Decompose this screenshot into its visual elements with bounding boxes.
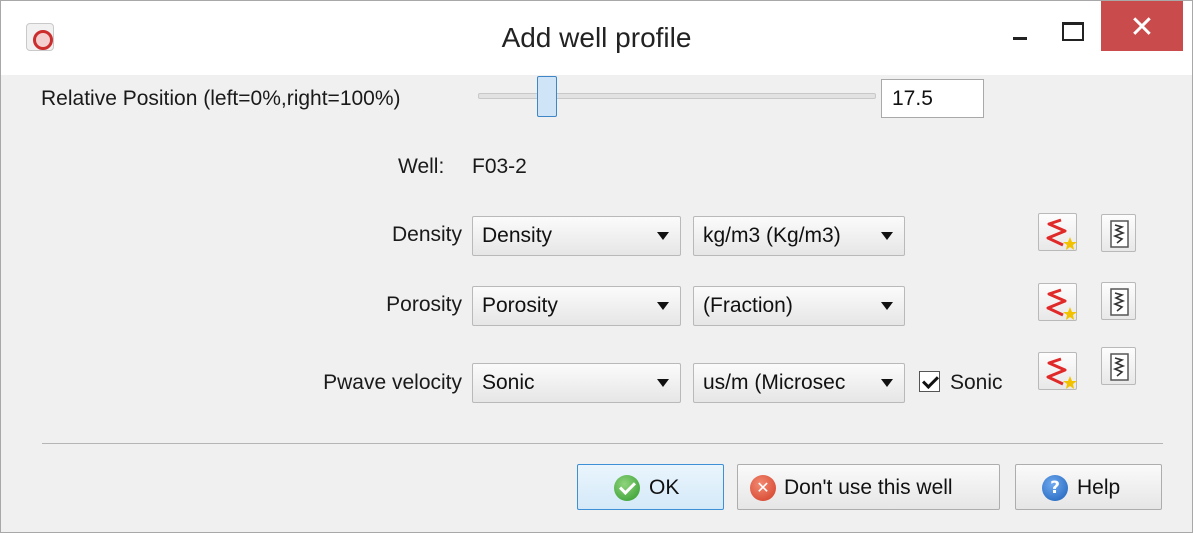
- help-icon: ?: [1042, 475, 1068, 501]
- relative-position-label: Relative Position (left=0%,right=100%): [41, 87, 401, 110]
- help-button-label: Help: [1077, 476, 1121, 499]
- porosity-log-select[interactable]: Porosity: [472, 286, 681, 326]
- minimize-button[interactable]: [996, 1, 1044, 51]
- close-icon: ✕: [1129, 10, 1155, 45]
- chevron-down-icon: [881, 302, 893, 310]
- sonic-checkbox[interactable]: [919, 371, 940, 392]
- create-log-icon: [1046, 288, 1077, 320]
- pwave-unit-select[interactable]: us/m (Microsec: [693, 363, 905, 403]
- create-log-icon: [1046, 357, 1077, 389]
- separator: [42, 443, 1163, 444]
- relative-position-slider-thumb[interactable]: [537, 76, 557, 117]
- porosity-unit-select[interactable]: (Fraction): [693, 286, 905, 326]
- pwave-log-value: Sonic: [482, 371, 535, 394]
- density-create-log-button[interactable]: [1038, 213, 1077, 251]
- ok-button[interactable]: OK: [577, 464, 724, 510]
- pwave-log-select[interactable]: Sonic: [472, 363, 681, 403]
- density-unit-value: kg/m3 (Kg/m3): [703, 224, 841, 247]
- dialog-window: Add well profile ✕ Relative Position (le…: [0, 0, 1193, 533]
- dont-use-well-button[interactable]: ✕ Don't use this well: [737, 464, 1000, 510]
- checkmark-icon: [614, 475, 640, 501]
- chevron-down-icon: [657, 302, 669, 310]
- cancel-x-icon: ✕: [750, 475, 776, 501]
- well-label: Well:: [398, 155, 445, 178]
- pwave-create-log-button[interactable]: [1038, 352, 1077, 390]
- density-log-value: Density: [482, 224, 553, 247]
- porosity-create-log-button[interactable]: [1038, 283, 1077, 321]
- density-log-select[interactable]: Density: [472, 216, 681, 256]
- porosity-unit-value: (Fraction): [703, 294, 793, 317]
- log-viewer-icon: [1110, 288, 1129, 316]
- sonic-checkbox-label: Sonic: [950, 371, 1003, 394]
- pwave-velocity-label: Pwave velocity: [323, 371, 462, 394]
- density-label: Density: [391, 223, 462, 246]
- title-bar[interactable]: Add well profile ✕: [1, 1, 1192, 75]
- maximize-button[interactable]: [1048, 1, 1096, 51]
- porosity-label: Porosity: [386, 293, 462, 316]
- log-viewer-icon: [1110, 220, 1129, 248]
- chevron-down-icon: [657, 379, 669, 387]
- log-viewer-icon: [1110, 353, 1129, 381]
- chevron-down-icon: [881, 232, 893, 240]
- dont-use-well-button-label: Don't use this well: [784, 476, 953, 499]
- density-view-log-button[interactable]: [1101, 214, 1136, 252]
- relative-position-input[interactable]: [881, 79, 984, 118]
- well-name: F03-2: [472, 155, 527, 178]
- create-log-icon: [1046, 218, 1077, 250]
- density-unit-select[interactable]: kg/m3 (Kg/m3): [693, 216, 905, 256]
- pwave-unit-value: us/m (Microsec: [703, 371, 846, 394]
- close-button[interactable]: ✕: [1101, 1, 1183, 51]
- porosity-view-log-button[interactable]: [1101, 282, 1136, 320]
- help-button[interactable]: ? Help: [1015, 464, 1162, 510]
- chevron-down-icon: [881, 379, 893, 387]
- ok-button-label: OK: [649, 476, 680, 499]
- pwave-view-log-button[interactable]: [1101, 347, 1136, 385]
- porosity-log-value: Porosity: [482, 294, 558, 317]
- chevron-down-icon: [657, 232, 669, 240]
